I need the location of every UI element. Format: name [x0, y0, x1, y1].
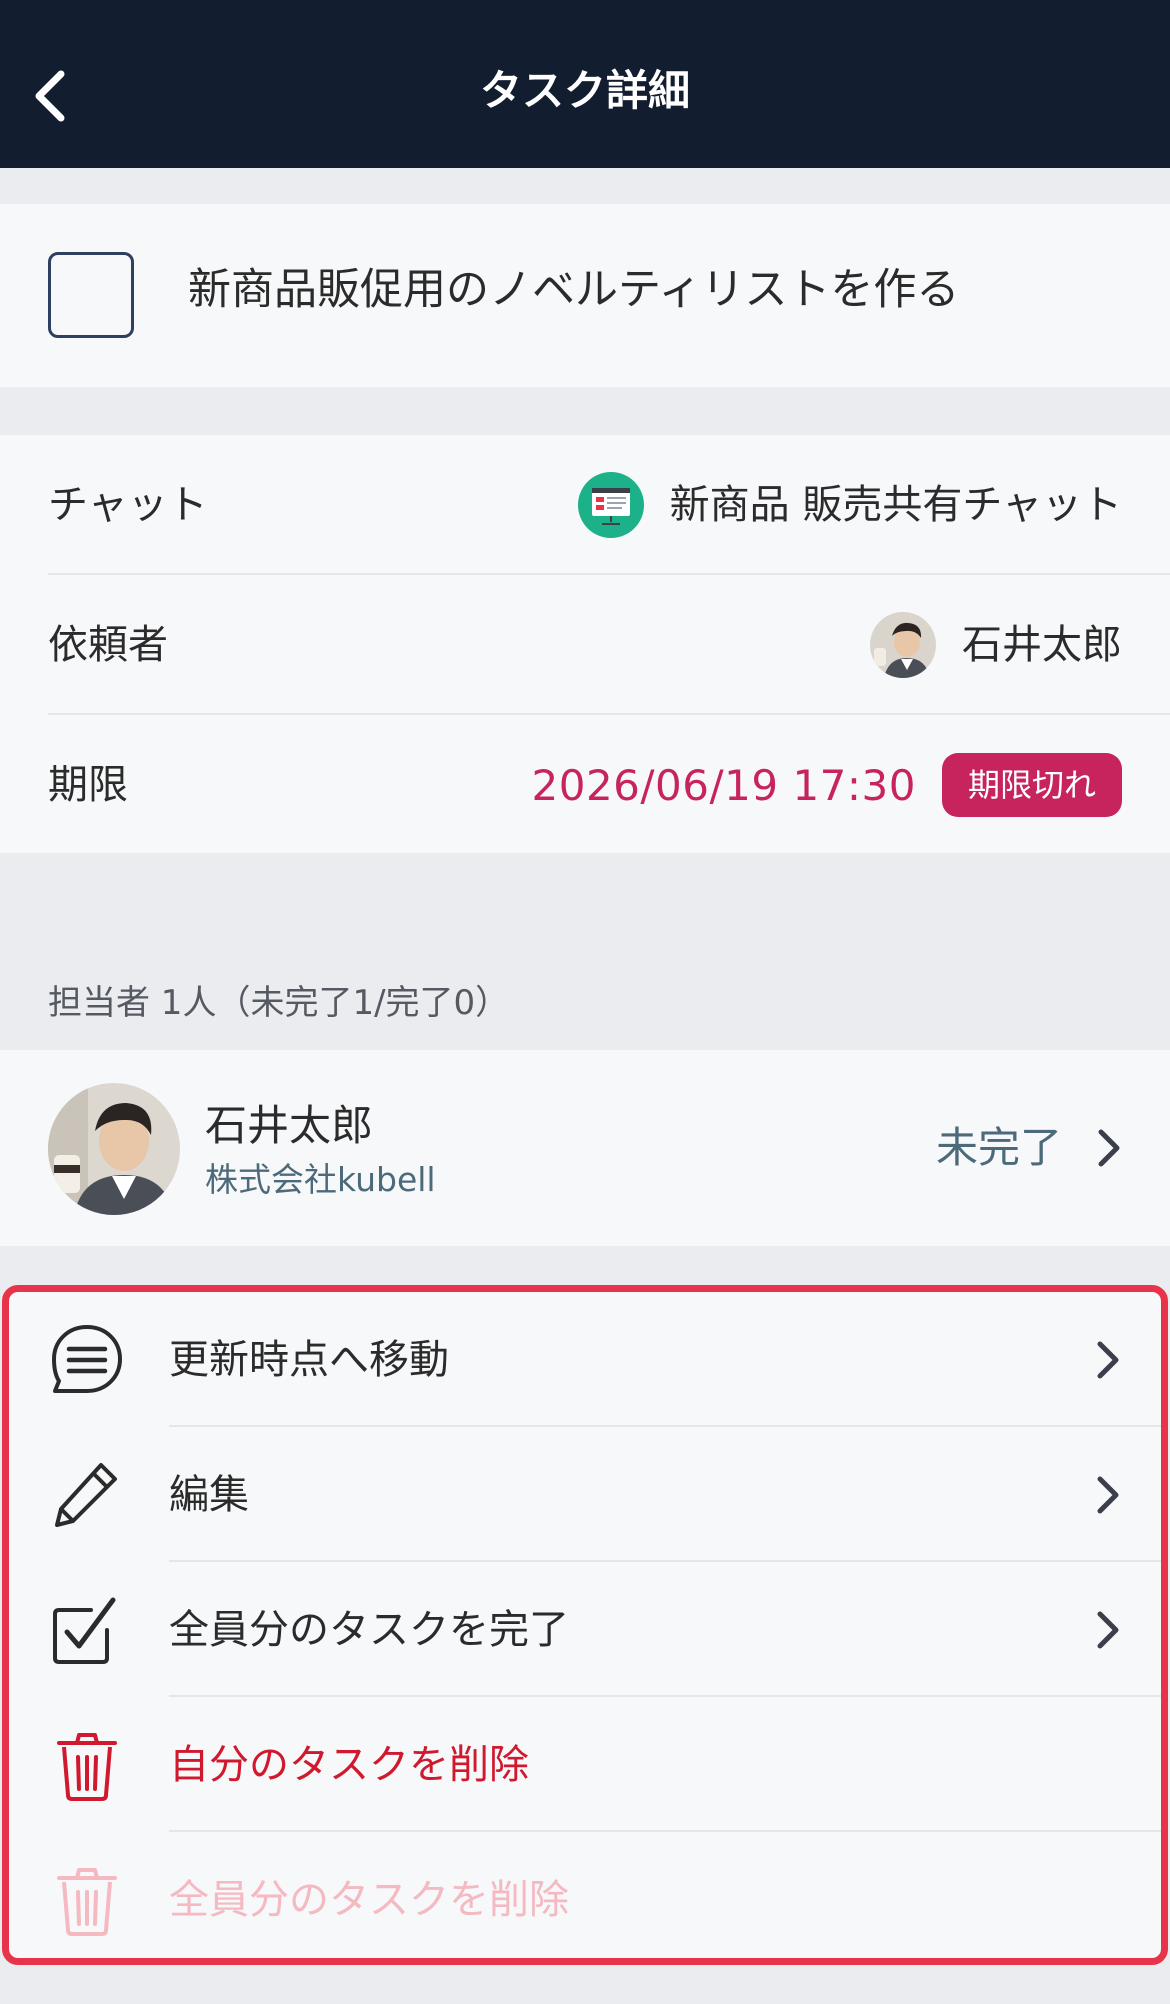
- action-label: 編集: [169, 1472, 249, 1518]
- checkbox-check-icon: [49, 1592, 125, 1668]
- action-label: 全員分のタスクを削除: [169, 1877, 569, 1923]
- chat-name: 新商品 販売共有チャット: [669, 482, 1122, 528]
- deadline-label: 期限: [48, 762, 128, 808]
- action-complete-all[interactable]: 全員分のタスクを完了: [9, 1562, 1161, 1697]
- deadline-row: 期限 2026/06/19 17:30 期限切れ: [0, 715, 1170, 855]
- requester-avatar: [870, 612, 936, 678]
- trash-icon: [49, 1727, 125, 1803]
- assignee-avatar: [48, 1083, 180, 1215]
- action-jump-to-update[interactable]: 更新時点へ移動: [9, 1292, 1161, 1427]
- app-header: タスク詳細: [0, 0, 1170, 168]
- action-label: 自分のタスクを削除: [169, 1742, 529, 1788]
- action-edit[interactable]: 編集: [9, 1427, 1161, 1562]
- chat-room-icon: [577, 472, 644, 538]
- task-info-card: チャット 新商品 販売共有チャット 依頼者 石井太郎 期限 2026/06/19…: [0, 435, 1170, 853]
- chevron-right-icon: [1098, 1129, 1120, 1167]
- assignee-name: 石井太郎: [205, 1101, 374, 1150]
- chevron-right-icon: [1097, 1476, 1119, 1514]
- chevron-right-icon: [1097, 1611, 1119, 1649]
- requester-label: 依頼者: [48, 622, 168, 668]
- chat-bubble-icon: [49, 1322, 125, 1398]
- action-label: 更新時点へ移動: [169, 1337, 449, 1383]
- overdue-badge: 期限切れ: [941, 753, 1122, 817]
- task-title: 新商品販促用のノベルティリストを作る: [188, 265, 960, 315]
- requester-name: 石井太郎: [962, 622, 1122, 668]
- task-actions-card: 更新時点へ移動 編集 全員分のタスクを完了 自分のタスクを削除 全員分のタスクを…: [2, 1285, 1168, 1965]
- chat-row[interactable]: チャット 新商品 販売共有チャット: [0, 435, 1170, 575]
- task-complete-checkbox[interactable]: [48, 252, 134, 338]
- assignee-company: 株式会社kubell: [205, 1160, 436, 1199]
- action-delete-mine[interactable]: 自分のタスクを削除: [9, 1697, 1161, 1832]
- deadline-value: 2026/06/19 17:30: [531, 760, 916, 810]
- task-card: 新商品販促用のノベルティリストを作る: [0, 204, 1170, 387]
- action-delete-all: 全員分のタスクを削除: [9, 1832, 1161, 1967]
- action-label: 全員分のタスクを完了: [169, 1607, 569, 1653]
- pencil-icon: [49, 1457, 125, 1533]
- assignee-list-item[interactable]: 石井太郎 株式会社kubell 未完了: [0, 1050, 1170, 1246]
- requester-row: 依頼者 石井太郎: [0, 575, 1170, 715]
- trash-icon: [49, 1862, 125, 1938]
- chevron-right-icon: [1097, 1341, 1119, 1379]
- chat-label: チャット: [48, 482, 208, 528]
- assignee-status: 未完了: [935, 1123, 1062, 1172]
- page-title: タスク詳細: [479, 66, 690, 115]
- assignee-section-label: 担当者 1人（未完了1/完了0）: [48, 983, 510, 1023]
